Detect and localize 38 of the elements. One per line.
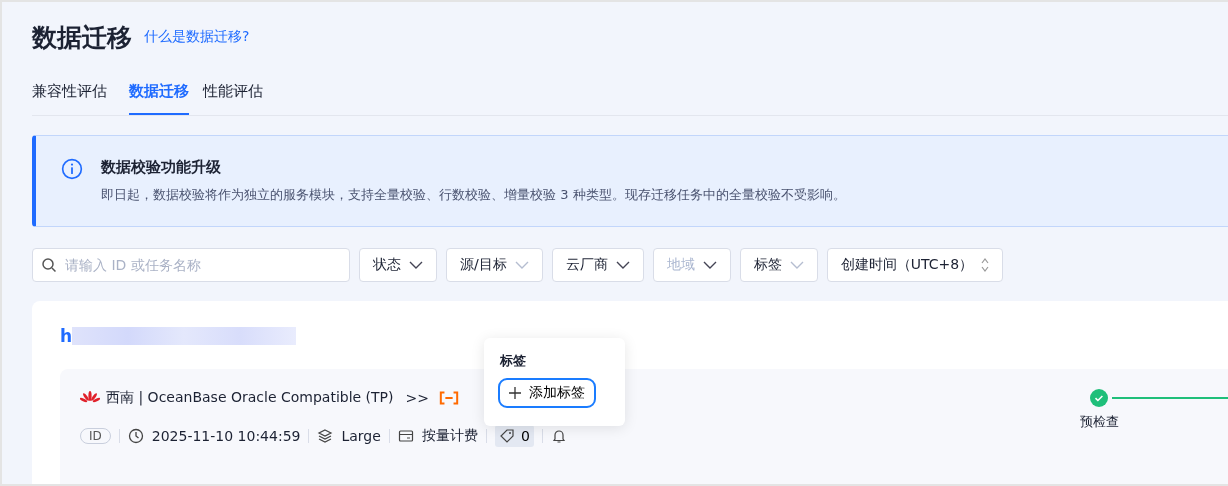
step-label: 预检查 [1080, 413, 1120, 431]
chevron-icon [615, 261, 630, 269]
chevron-icon [409, 261, 423, 269]
card-icon [397, 428, 414, 444]
billing-label: 按量计费 [421, 427, 478, 445]
popover-title: 标签 [500, 352, 527, 370]
chevron-icon [514, 261, 529, 269]
spec-label: Large [341, 428, 381, 444]
flower-logo-icon [80, 391, 100, 405]
search-field[interactable]: 请输入 ID 或任务名称 [32, 248, 350, 282]
clock-icon [127, 428, 144, 444]
bracket-logo-icon [439, 391, 459, 405]
filter-dropdown[interactable]: 创建时间（UTC+8） [826, 248, 1004, 282]
layers-icon [317, 428, 334, 444]
tab[interactable]: 性能评估 [203, 74, 263, 115]
bell-icon[interactable] [550, 428, 567, 444]
created-time: 2025-11-10 10:44:59 [151, 428, 301, 444]
notice-title: 数据校验功能升级 [101, 158, 222, 177]
plus-icon [509, 387, 521, 399]
chevron-icon [789, 261, 804, 269]
filter-dropdown[interactable]: 云厂商 [551, 248, 644, 282]
chevron-icon [702, 261, 717, 269]
sort-icon [981, 257, 990, 273]
tag-count-button[interactable]: 0 [494, 425, 534, 447]
add-tag-button[interactable]: 添加标签 [498, 378, 596, 408]
filter-dropdown[interactable]: 标签 [739, 248, 818, 282]
route-arrow: >> [405, 390, 429, 406]
source-route: 西南 | OceanBase Oracle Compatible (TP) [106, 389, 394, 407]
notice-text: 即日起，数据校验将作为独立的服务模块，支持全量校验、行数校验、增量校验 3 种类型。现存迁移任务中的全量校验不受影响。 [101, 186, 846, 204]
page-title: 数据迁移 [32, 21, 132, 54]
filter-dropdown[interactable]: 状态 [359, 248, 437, 282]
info-icon [61, 158, 83, 180]
tag-icon [498, 428, 515, 444]
tab[interactable]: 兼容性评估 [32, 74, 107, 115]
task-name[interactable]: h [60, 326, 73, 346]
filter-dropdown[interactable]: 源/目标 [446, 248, 543, 282]
tab[interactable]: 数据迁移 [129, 74, 189, 115]
help-link[interactable]: 什么是数据迁移? [144, 28, 250, 46]
